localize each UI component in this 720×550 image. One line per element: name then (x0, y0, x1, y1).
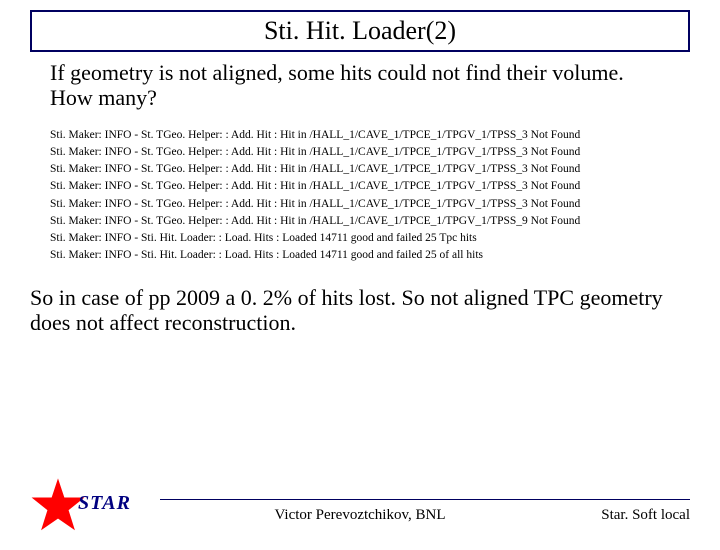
log-line: Sti. Maker: INFO - St. TGeo. Helper: : A… (50, 161, 670, 178)
log-block: Sti. Maker: INFO - St. TGeo. Helper: : A… (50, 127, 670, 265)
footer-divider (160, 499, 690, 500)
log-line: Sti. Maker: INFO - Sti. Hit. Loader: : L… (50, 247, 670, 264)
footer-right-text: Star. Soft local (601, 507, 690, 524)
log-line: Sti. Maker: INFO - Sti. Hit. Loader: : L… (50, 230, 670, 247)
log-line: Sti. Maker: INFO - St. TGeo. Helper: : A… (50, 213, 670, 230)
title-box: Sti. Hit. Loader(2) (30, 10, 690, 52)
log-line: Sti. Maker: INFO - St. TGeo. Helper: : A… (50, 127, 670, 144)
log-line: Sti. Maker: INFO - St. TGeo. Helper: : A… (50, 144, 670, 161)
log-line: Sti. Maker: INFO - St. TGeo. Helper: : A… (50, 178, 670, 195)
log-line: Sti. Maker: INFO - St. TGeo. Helper: : A… (50, 196, 670, 213)
page-title: Sti. Hit. Loader(2) (264, 16, 456, 45)
intro-paragraph: If geometry is not aligned, some hits co… (50, 60, 670, 111)
conclusion-paragraph: So in case of pp 2009 a 0. 2% of hits lo… (30, 285, 690, 336)
